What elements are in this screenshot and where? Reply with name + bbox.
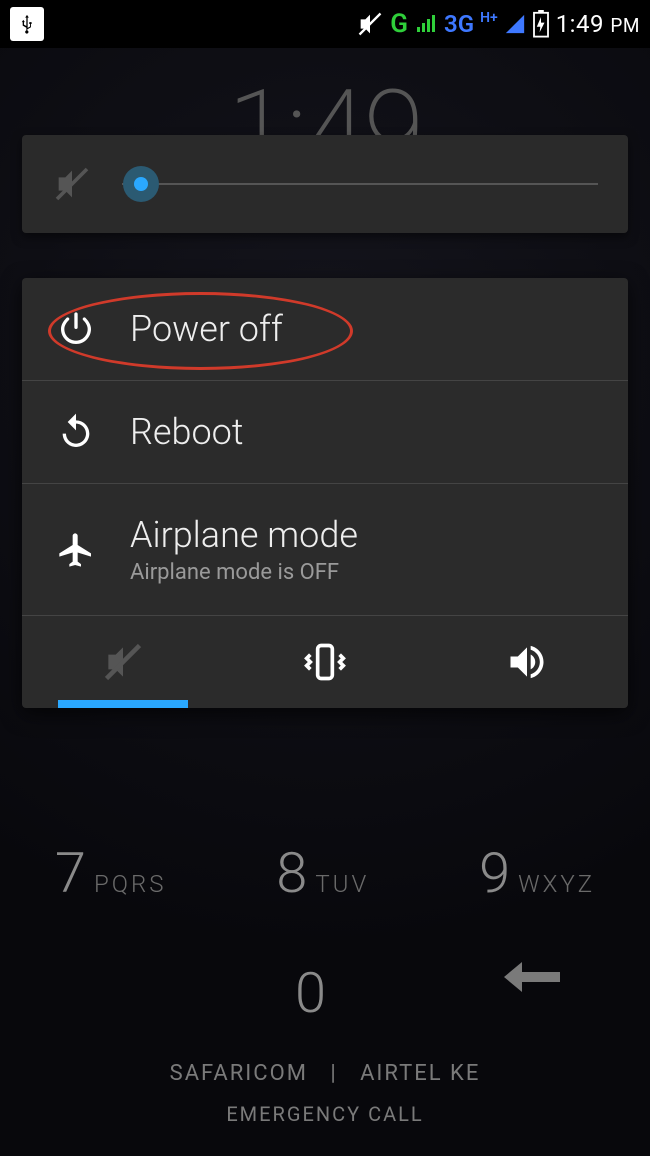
volume-slider-thumb[interactable] <box>123 166 159 202</box>
reboot-label: Reboot <box>130 411 243 453</box>
battery-charging-icon <box>532 10 550 38</box>
signal-bars-icon <box>414 12 438 36</box>
airplane-mode-item[interactable]: Airplane mode Airplane mode is OFF <box>22 483 628 615</box>
airplane-mode-label: Airplane mode <box>130 514 358 556</box>
network-g-label: G <box>390 9 408 39</box>
keypad-row-3: 7 PQRS 8 TUV 9 WXYZ <box>0 840 650 906</box>
sound-mode-vibrate[interactable] <box>224 616 426 708</box>
airplane-mode-sub: Airplane mode is OFF <box>130 560 358 585</box>
vibrate-icon <box>303 640 347 684</box>
signal-triangle-icon <box>504 13 526 35</box>
key-7[interactable]: 7 PQRS <box>55 840 167 906</box>
volume-panel <box>22 135 628 233</box>
power-off-item[interactable]: Power off <box>22 278 628 380</box>
carrier-2: AIRTEL KE <box>360 1061 480 1086</box>
carrier-1: SAFARICOM <box>170 1061 308 1086</box>
network-hplus-label: H+ <box>480 10 498 26</box>
sound-mode-row <box>22 615 628 708</box>
key-8[interactable]: 8 TUV <box>276 840 369 906</box>
key-0[interactable]: 0 <box>295 960 326 1026</box>
sound-mode-silent[interactable] <box>22 616 224 708</box>
airplane-icon <box>56 530 96 570</box>
sound-mode-sound[interactable] <box>426 616 628 708</box>
key-backspace[interactable] <box>502 960 562 1026</box>
volume-mute-icon <box>52 164 92 204</box>
reboot-icon <box>56 412 96 452</box>
carrier-row: SAFARICOM | AIRTEL KE <box>0 1061 650 1086</box>
status-time: 1:49 PM <box>556 10 640 38</box>
network-3g-label: 3G <box>444 10 474 38</box>
usb-icon <box>10 7 44 41</box>
status-right: G 3G H+ 1:49 PM <box>356 9 640 39</box>
power-icon <box>56 309 96 349</box>
sound-on-icon <box>505 640 549 684</box>
key-9[interactable]: 9 WXYZ <box>479 840 595 906</box>
power-off-label: Power off <box>130 308 283 350</box>
keypad-row-4: 0 0 <box>0 960 650 1026</box>
silent-icon <box>101 640 145 684</box>
status-bar: G 3G H+ 1:49 PM <box>0 0 650 48</box>
power-menu: Power off Reboot Airplane mode Airplane … <box>22 278 628 708</box>
volume-slider[interactable] <box>122 183 598 185</box>
emergency-call[interactable]: EMERGENCY CALL <box>0 1102 650 1126</box>
no-sound-icon <box>356 10 384 38</box>
backspace-icon <box>502 960 562 994</box>
reboot-item[interactable]: Reboot <box>22 380 628 483</box>
